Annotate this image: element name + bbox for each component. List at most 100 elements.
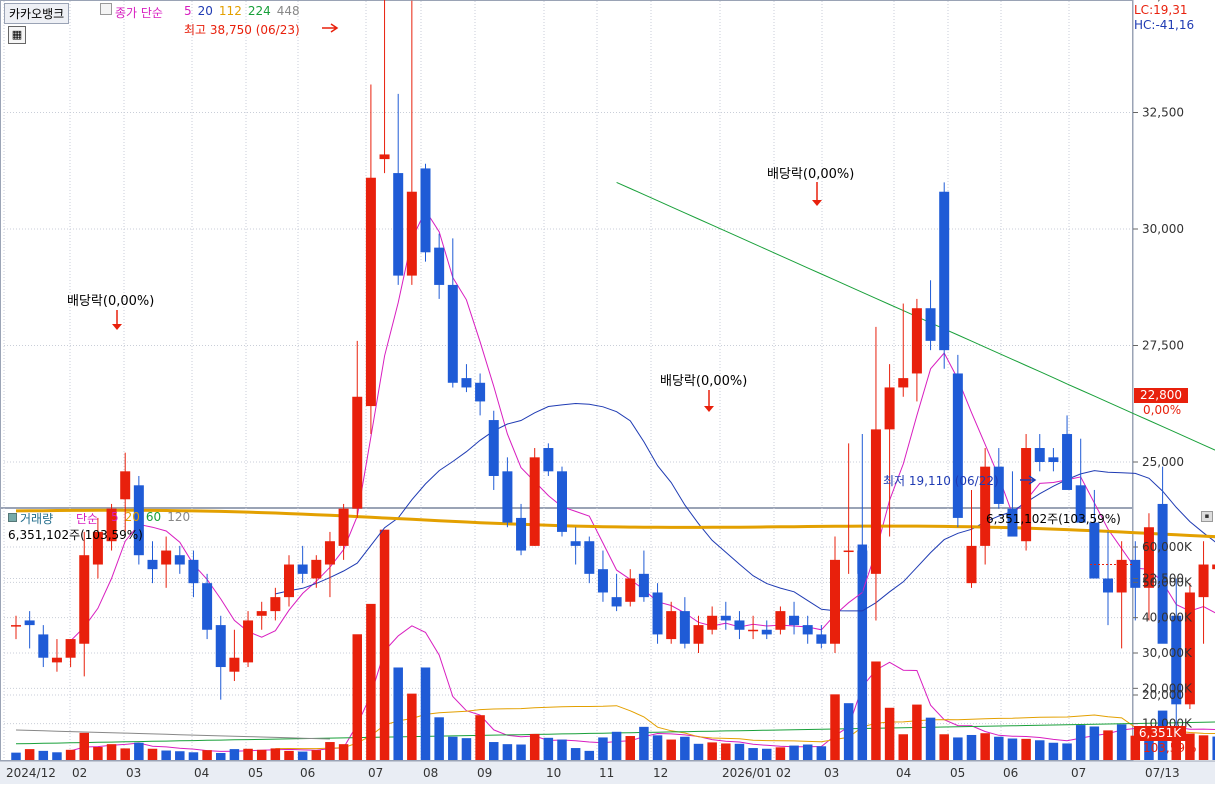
stock-name: 카카오뱅크 [9,7,65,21]
volume-bar [994,736,1004,760]
candle-body [734,620,745,630]
candle-body [611,597,622,607]
candle-body [898,378,909,388]
ma-period-label: 20 [124,510,140,524]
candle-body [1198,564,1209,598]
volume-bar [707,742,717,760]
volume-bar [65,749,76,760]
candle-body [270,597,281,612]
price-tick-label: 30,000 [1142,222,1184,236]
volume-bar [1035,740,1045,760]
candle-body [529,457,540,546]
volume-bar [802,744,813,760]
volume-bar [379,529,390,760]
ma-period-label: 448 [276,4,300,18]
date-axis-label: 07/13 [1145,766,1180,780]
volume-bar [584,750,595,760]
volume-bar [161,750,171,760]
candle-body [925,308,936,341]
volume-bar [529,733,540,760]
volume-bar [953,737,963,760]
date-axis-label: 07 [1071,766,1086,780]
price-tick-label: 27,500 [1142,339,1184,353]
volume-bar [352,634,362,760]
volume-bar [24,749,35,760]
volume-bar [134,742,144,760]
candle-body [11,625,21,627]
candle-body [557,471,567,532]
candle-body [324,541,335,565]
table-icon[interactable]: ▦ [8,26,26,44]
volume-bar [434,717,444,760]
candle-body [188,559,199,584]
volume-bar [912,704,922,760]
volume-bar [652,735,663,760]
candle-body [1048,457,1059,462]
volume-bar [311,750,322,760]
candle-body [406,191,417,276]
ma-period-label: 112 [218,4,242,18]
hc-value: HC:-41,16 [1134,18,1195,32]
volume-panel-collapse-button[interactable]: ▪ [1201,511,1213,522]
volume-bar [939,734,949,760]
candle-body [174,555,185,565]
candle-body [789,615,800,626]
candle-body [570,541,581,546]
candle-body [420,168,431,253]
date-axis-label: 04 [896,766,911,780]
date-axis-label: 03 [824,766,839,780]
candle-body [1021,448,1032,542]
volume-bar [884,707,895,760]
volume-bar [229,749,240,760]
volume-bar [516,744,526,760]
candle-body [393,173,404,276]
candle-body [38,634,49,658]
stock-name-button[interactable]: 카카오뱅크 [4,3,70,24]
candle-body [488,420,499,476]
volume-tick-label: 20,000K [1142,681,1193,695]
candle-body [516,517,527,551]
volume-bar [325,742,335,760]
candle-body [584,541,595,574]
volume-bar [666,739,676,760]
volume-bar [789,745,799,760]
candle-body [352,396,363,509]
volume-bar [816,746,827,760]
volume-panel-marker [8,513,17,522]
date-axis-label: 09 [477,766,492,780]
volume-tick-label: 40,000K [1142,611,1193,625]
candle-body [297,564,308,574]
candle-body [707,615,718,630]
volume-bar [543,737,554,760]
volume-bar [256,749,267,760]
volume-bar [693,743,704,760]
price-ma-label: 종가 단순 [115,6,163,20]
candle-body [666,611,677,640]
volume-bar [420,667,431,760]
settings-checkbox[interactable] [100,3,112,15]
candle-body [1062,434,1073,490]
volume-bar [557,739,567,760]
current-change: 0,00% [1143,403,1182,417]
candle-body [147,559,158,570]
candle-body [843,550,854,553]
date-axis-label: 10 [546,766,561,780]
ma-period-label: 60 [145,510,162,524]
price-tick-label: 32,500 [1142,106,1184,120]
volume-bar [79,732,89,760]
volume-bar [106,744,117,760]
volume-bar [93,746,103,760]
date-axis-label: 11 [599,766,614,780]
volume-bar [611,731,622,760]
volume-bar [38,750,49,760]
volume-bar [871,661,881,760]
candle-body [720,615,731,621]
volume-bar [843,703,854,760]
candle-body [461,378,472,388]
volume-bar [297,751,308,760]
price-tick-label: 25,000 [1142,455,1184,469]
volume-bar [639,726,649,760]
candle-body [884,387,895,430]
volume-bar [270,748,281,760]
date-axis-label: 03 [126,766,141,780]
